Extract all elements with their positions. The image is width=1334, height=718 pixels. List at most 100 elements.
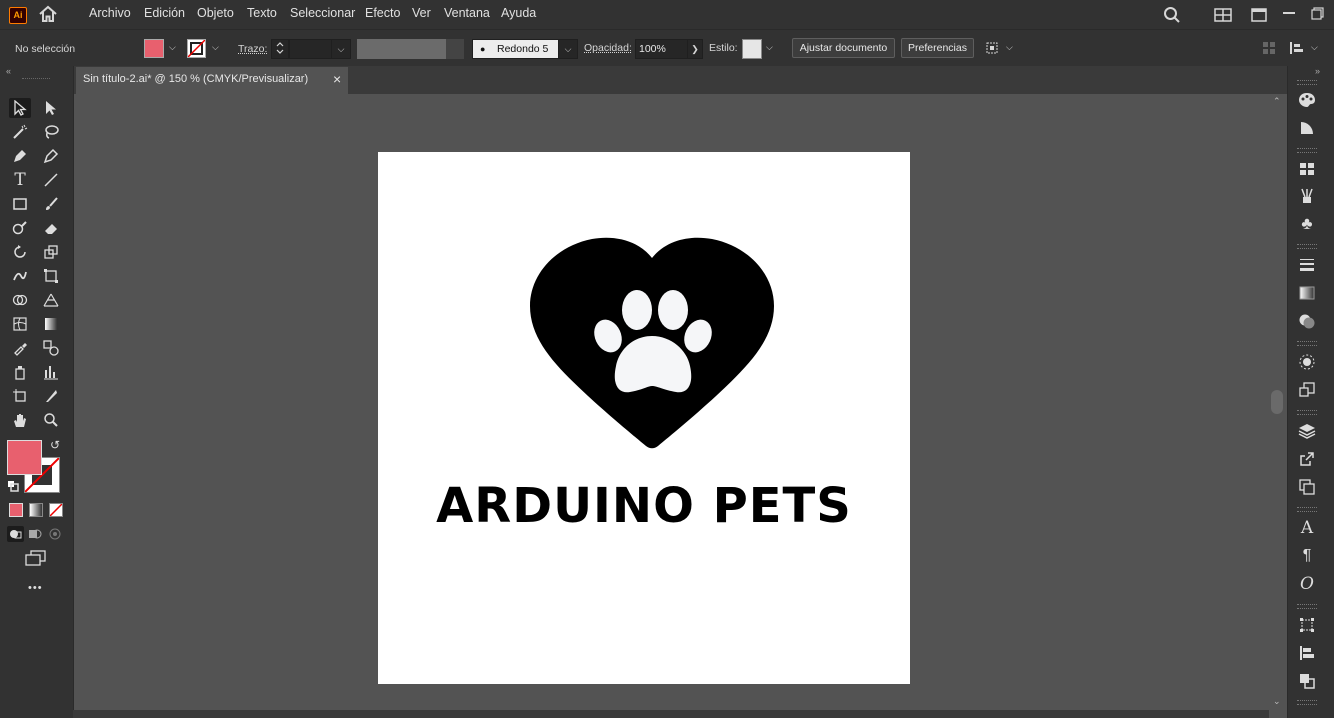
search-icon[interactable] xyxy=(1163,6,1181,27)
screen-mode-icon[interactable] xyxy=(25,550,47,569)
workspace-icon[interactable] xyxy=(1214,8,1232,25)
stroke-weight-stepper[interactable] xyxy=(271,39,289,59)
appearance-icon[interactable] xyxy=(1297,352,1317,372)
draw-inside-icon[interactable] xyxy=(47,526,63,545)
panel-grip[interactable] xyxy=(1297,148,1317,153)
menu-seleccionar[interactable]: Seleccionar xyxy=(290,6,355,20)
brush-definition-field[interactable]: ● Redondo 5 ... xyxy=(472,39,559,59)
opacity-expand-button[interactable]: ❯ xyxy=(687,39,703,59)
fill-color-box[interactable] xyxy=(7,440,42,475)
artboards-icon[interactable] xyxy=(1297,477,1317,497)
align-dropdown-icon[interactable]: ⌵ xyxy=(1311,42,1318,53)
menu-ayuda[interactable]: Ayuda xyxy=(501,6,536,20)
draw-behind-icon[interactable] xyxy=(27,526,43,545)
minimize-icon[interactable] xyxy=(1283,12,1295,14)
opacity-label[interactable]: Opacidad: xyxy=(584,42,632,54)
rotate-tool-icon[interactable] xyxy=(9,242,31,262)
magic-wand-tool-icon[interactable] xyxy=(9,122,31,142)
arrange-dropdown-icon[interactable]: ⌵ xyxy=(1006,42,1013,53)
draw-normal-icon[interactable] xyxy=(7,526,24,542)
panel-grip[interactable] xyxy=(1297,410,1317,415)
type-tool-icon[interactable]: T xyxy=(9,170,31,190)
artboard-tool-icon[interactable] xyxy=(9,386,31,406)
eyedropper-tool-icon[interactable] xyxy=(9,338,31,358)
panel-grip[interactable] xyxy=(1297,604,1317,609)
more-tools-icon[interactable]: ••• xyxy=(28,582,43,594)
character-icon[interactable]: A xyxy=(1297,518,1317,538)
panel-grip[interactable] xyxy=(1297,80,1317,85)
stroke-swatch[interactable] xyxy=(187,39,206,58)
perspective-grid-tool-icon[interactable] xyxy=(40,290,62,310)
opentype-icon[interactable]: O xyxy=(1297,574,1317,594)
vertical-scroll-thumb[interactable] xyxy=(1271,390,1283,414)
align-icon[interactable] xyxy=(1297,643,1317,663)
menu-texto[interactable]: Texto xyxy=(247,6,277,20)
maximize-icon[interactable] xyxy=(1311,7,1325,24)
shaper-tool-icon[interactable] xyxy=(9,218,31,238)
stroke-weight-dropdown[interactable]: ⌵ xyxy=(331,39,351,59)
selection-tool-icon[interactable] xyxy=(9,98,31,118)
home-icon[interactable] xyxy=(38,5,58,23)
blend-tool-icon[interactable] xyxy=(40,338,62,358)
warp-tool-icon[interactable] xyxy=(9,266,31,286)
stroke-dropdown-icon[interactable]: ⌵ xyxy=(212,42,219,53)
color-mode-icon[interactable] xyxy=(9,503,23,517)
stroke-panel-icon[interactable] xyxy=(1297,255,1317,275)
close-tab-icon[interactable]: × xyxy=(333,71,341,87)
eraser-tool-icon[interactable] xyxy=(40,218,62,238)
symbol-sprayer-tool-icon[interactable] xyxy=(9,362,31,382)
column-graph-tool-icon[interactable] xyxy=(40,362,62,382)
style-dropdown-icon[interactable]: ⌵ xyxy=(766,42,773,53)
transparency-icon[interactable] xyxy=(1297,311,1317,331)
panel-grip[interactable] xyxy=(1297,700,1317,705)
style-swatch[interactable] xyxy=(742,39,762,59)
menu-edicion[interactable]: Edición xyxy=(144,6,185,20)
rectangle-tool-icon[interactable] xyxy=(9,194,31,214)
color-panel-icon[interactable] xyxy=(1297,90,1317,110)
menu-ver[interactable]: Ver xyxy=(412,6,431,20)
gradient-panel-icon[interactable] xyxy=(1297,283,1317,303)
brushes-icon[interactable] xyxy=(1297,186,1317,206)
collapse-panel-icon[interactable]: « xyxy=(6,66,11,76)
slice-tool-icon[interactable] xyxy=(40,386,62,406)
swatches-icon[interactable] xyxy=(1297,159,1317,179)
window-restore-icon[interactable] xyxy=(1251,8,1267,25)
shape-builder-tool-icon[interactable] xyxy=(9,290,31,310)
none-mode-icon[interactable] xyxy=(49,503,63,517)
gradient-tool-icon[interactable] xyxy=(40,314,62,334)
paintbrush-tool-icon[interactable] xyxy=(40,194,62,214)
layers-icon[interactable] xyxy=(1297,421,1317,441)
menu-ventana[interactable]: Ventana xyxy=(444,6,490,20)
hand-tool-icon[interactable] xyxy=(9,410,31,430)
fit-document-button[interactable]: Ajustar documento xyxy=(792,38,895,58)
grid-icon[interactable] xyxy=(1262,41,1276,58)
variable-width-profile[interactable] xyxy=(357,39,446,59)
panel-grip[interactable] xyxy=(1297,341,1317,346)
stroke-weight-input[interactable] xyxy=(289,39,333,59)
align-options-icon[interactable] xyxy=(1289,41,1307,58)
pen-tool-icon[interactable] xyxy=(9,146,31,166)
panel-grip[interactable] xyxy=(1297,244,1317,249)
pathfinder-icon[interactable] xyxy=(1297,671,1317,691)
lasso-tool-icon[interactable] xyxy=(40,122,62,142)
export-icon[interactable] xyxy=(1297,449,1317,469)
scale-tool-icon[interactable] xyxy=(40,242,62,262)
direct-selection-tool-icon[interactable] xyxy=(40,98,62,118)
scroll-down-icon[interactable]: ⌄ xyxy=(1273,696,1281,707)
graphic-styles-icon[interactable] xyxy=(1297,380,1317,400)
color-guide-icon[interactable] xyxy=(1297,118,1317,138)
menu-objeto[interactable]: Objeto xyxy=(197,6,234,20)
expand-panels-icon[interactable]: » xyxy=(1315,66,1320,76)
mesh-tool-icon[interactable] xyxy=(9,314,31,334)
stroke-label[interactable]: Trazo: xyxy=(238,43,267,55)
panel-grip[interactable] xyxy=(22,78,50,79)
symbols-icon[interactable]: ♣ xyxy=(1297,214,1317,234)
menu-archivo[interactable]: Archivo xyxy=(89,6,131,20)
document-tab[interactable]: Sin título-2.ai* @ 150 % (CMYK/Previsual… xyxy=(76,67,348,94)
fill-swatch[interactable] xyxy=(144,39,164,58)
zoom-tool-icon[interactable] xyxy=(40,410,62,430)
panel-grip[interactable] xyxy=(1297,507,1317,512)
default-fill-stroke-icon[interactable] xyxy=(7,480,19,495)
line-tool-icon[interactable] xyxy=(40,170,62,190)
paragraph-icon[interactable]: ¶ xyxy=(1297,546,1317,566)
